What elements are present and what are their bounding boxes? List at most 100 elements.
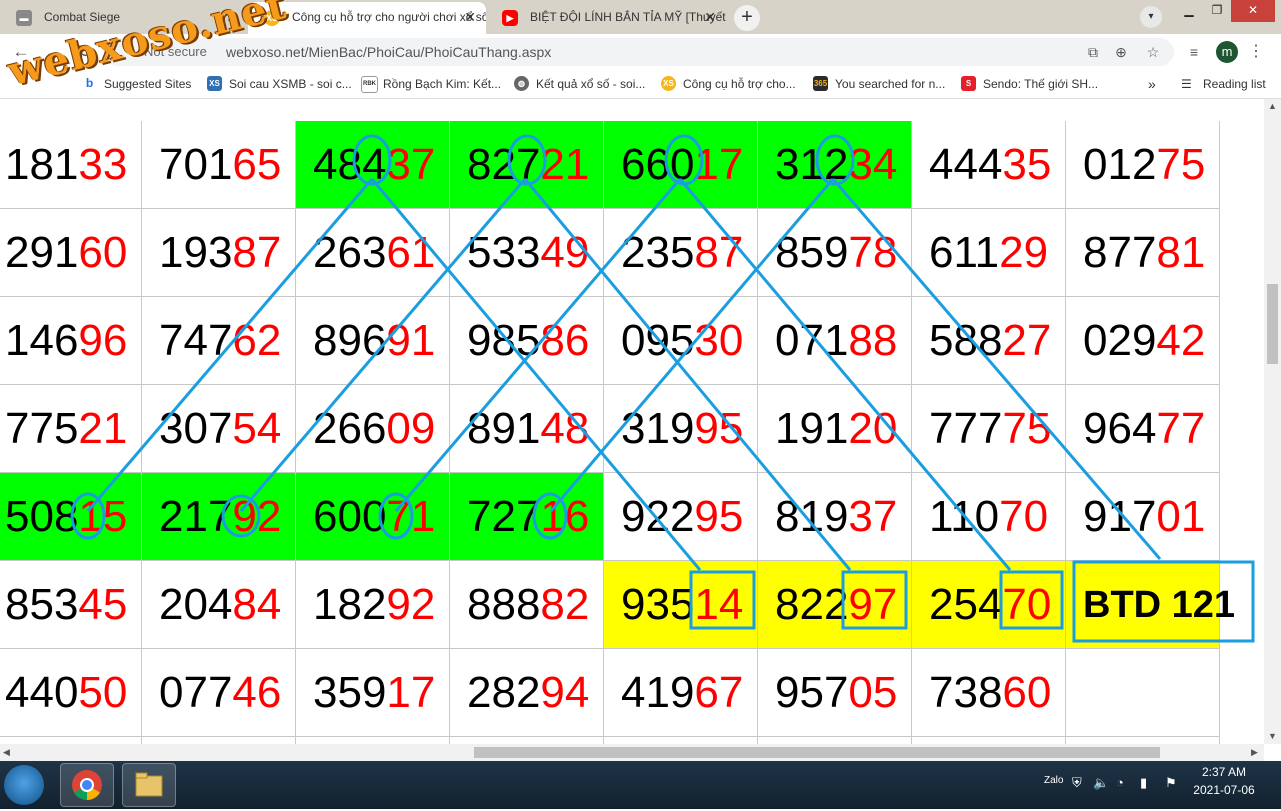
number-tail: 45: [78, 580, 128, 629]
file-explorer-taskbar-button[interactable]: [122, 763, 176, 807]
number-prefix: 307: [159, 404, 233, 453]
result-cell: [912, 737, 1066, 744]
result-cell: 19387: [142, 209, 296, 297]
number-tail: 77: [1156, 404, 1206, 453]
number-tail: 17: [694, 140, 744, 189]
number-prefix: 738: [929, 668, 1003, 717]
number-tail: 20: [848, 404, 898, 453]
number-prefix: 853: [5, 580, 79, 629]
result-cell: 44435: [912, 121, 1066, 209]
result-cell: 35917: [296, 649, 450, 737]
close-icon[interactable]: ✕: [704, 2, 716, 32]
scroll-left-icon[interactable]: ◀: [3, 747, 10, 758]
lottery-grid: 18133 70165 48437 82721 66017 31234 44435 01275…: [0, 121, 1235, 744]
star-icon[interactable]: ☆: [1142, 41, 1164, 63]
new-tab-button[interactable]: +: [734, 5, 760, 31]
security-shield-icon[interactable]: ⛨: [1072, 775, 1082, 791]
number-tail: 84: [232, 580, 282, 629]
bookmark-sendo[interactable]: S Sendo: Thế giới SH...: [961, 70, 1098, 98]
number-tail: 87: [232, 228, 282, 277]
flag-icon[interactable]: ⚑: [1165, 775, 1177, 791]
omnibox[interactable]: Not secure webxoso.net/MienBac/PhoiCau/P…: [104, 38, 1174, 66]
result-cell: [450, 737, 604, 744]
result-cell: 29160: [0, 209, 142, 297]
number-prefix: 777: [929, 404, 1003, 453]
result-cell: [296, 737, 450, 744]
zalo-icon[interactable]: Zalo: [1044, 775, 1063, 786]
number-tail: 35: [1002, 140, 1052, 189]
close-window-icon[interactable]: ✕: [1231, 0, 1275, 22]
number-prefix: 775: [5, 404, 79, 453]
number-prefix: 727: [467, 492, 541, 541]
number-prefix: 440: [5, 668, 79, 717]
bookmark-ket-qua[interactable]: ◍ Kết quả xổ số - soi...: [514, 70, 645, 98]
result-cell: 26361: [296, 209, 450, 297]
result-cell: 50815: [0, 473, 142, 561]
bookmark-you-searched[interactable]: 365 You searched for n...: [813, 70, 945, 98]
media-icon[interactable]: ≡: [1183, 41, 1205, 63]
result-cell: 88882: [450, 561, 604, 649]
result-cell: 74762: [142, 297, 296, 385]
scroll-up-icon[interactable]: ▲: [1268, 101, 1277, 111]
scroll-right-icon[interactable]: ▶: [1251, 747, 1258, 758]
wifi-signal-icon[interactable]: ▮: [1140, 775, 1147, 791]
bookmark-label: Công cụ hỗ trợ cho...: [683, 77, 796, 91]
url-text[interactable]: webxoso.net/MienBac/PhoiCau/PhoiCauThang…: [226, 38, 551, 66]
bookmark-cong-cu[interactable]: XS Công cụ hỗ trợ cho...: [661, 70, 796, 98]
start-button[interactable]: [4, 765, 44, 805]
number-tail: 71: [386, 492, 436, 541]
result-cell: 07188: [758, 297, 912, 385]
bookmark-rong-bach-kim[interactable]: RBK Rồng Bạch Kim: Kết...: [361, 70, 501, 98]
number-prefix: 217: [159, 492, 233, 541]
avatar[interactable]: m: [1216, 41, 1238, 63]
result-cell: 82297: [758, 561, 912, 649]
more-bookmarks-icon[interactable]: »: [1128, 70, 1156, 98]
result-cell: 91701: [1066, 473, 1220, 561]
result-cell: 77775: [912, 385, 1066, 473]
number-prefix: 291: [5, 228, 79, 277]
result-cell: 93514: [604, 561, 758, 649]
close-icon[interactable]: ✕: [464, 2, 476, 32]
number-prefix: 508: [5, 492, 79, 541]
volume-icon[interactable]: 🔈: [1093, 775, 1109, 791]
bookmark-label: Rồng Bạch Kim: Kết...: [383, 77, 502, 91]
clock-date[interactable]: 2021-07-06: [1192, 783, 1256, 797]
bookmark-soi-cau[interactable]: XS Soi cau XSMB - soi c...: [207, 70, 352, 98]
zoom-icon[interactable]: ⊕: [1110, 41, 1132, 63]
restore-icon[interactable]: ❐: [1203, 0, 1231, 22]
result-cell: 44050: [0, 649, 142, 737]
popup-blocked-icon[interactable]: ⧉: [1082, 41, 1104, 63]
result-cell: [0, 737, 142, 744]
result-cell: 72716: [450, 473, 604, 561]
network-icon[interactable]: ◔: [1116, 775, 1124, 790]
reading-list-button[interactable]: ☰ Reading list: [1181, 70, 1266, 98]
number-tail: 96: [78, 316, 128, 365]
number-prefix: 660: [621, 140, 695, 189]
number-tail: 92: [232, 492, 282, 541]
result-cell: 19120: [758, 385, 912, 473]
bookmark-label: Sendo: Thế giới SH...: [983, 77, 1099, 91]
tab-search-icon[interactable]: ▾: [1140, 6, 1162, 28]
result-cell: 77521: [0, 385, 142, 473]
horizontal-scrollbar[interactable]: ◀ ▶: [0, 744, 1264, 761]
number-prefix: 957: [775, 668, 849, 717]
menu-icon[interactable]: ⋮: [1248, 41, 1264, 61]
result-cell: 81937: [758, 473, 912, 561]
result-cell: 66017: [604, 121, 758, 209]
clock-time[interactable]: 2:37 AM: [1198, 765, 1250, 779]
number-tail: 95: [694, 404, 744, 453]
number-tail: 15: [78, 492, 128, 541]
number-prefix: 877: [1083, 228, 1157, 277]
number-tail: 70: [999, 492, 1049, 541]
tab-youtube[interactable]: ▶ BIỆT ĐỘI LÍNH BẮN TỈA MỸ [Thuyết minh]…: [486, 2, 726, 34]
horizontal-scroll-thumb[interactable]: [474, 747, 1160, 758]
vertical-scroll-thumb[interactable]: [1267, 284, 1278, 364]
number-tail: 94: [540, 668, 590, 717]
scroll-down-icon[interactable]: ▼: [1268, 731, 1277, 741]
number-tail: 60: [78, 228, 128, 277]
vertical-scrollbar[interactable]: ▲ ▼: [1264, 99, 1281, 744]
chrome-taskbar-button[interactable]: [60, 763, 114, 807]
minimize-icon[interactable]: ▁: [1175, 0, 1203, 22]
number-tail: 97: [848, 580, 898, 629]
folder-icon: [135, 772, 163, 797]
